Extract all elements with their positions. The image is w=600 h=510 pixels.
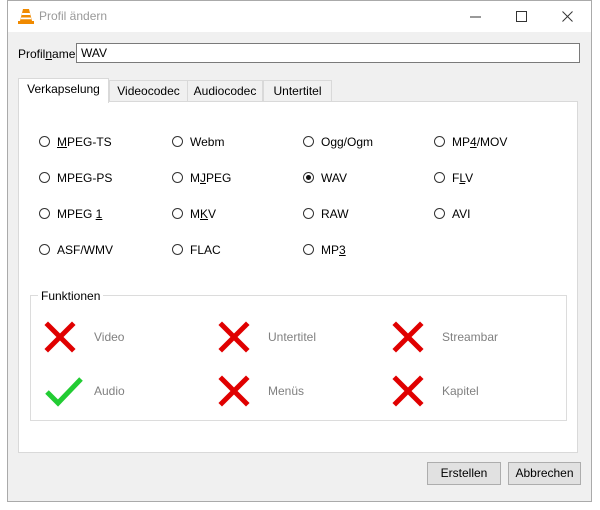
radio-circle — [303, 244, 314, 255]
feature-label-audio: Audio — [94, 384, 125, 398]
profile-dialog: Profil ändern Profilname VerkapselungVid… — [7, 0, 592, 502]
radio-circle — [434, 136, 445, 147]
radio-circle — [303, 208, 314, 219]
vlc-cone-icon — [18, 9, 34, 24]
radio-label: MJPEG — [190, 171, 232, 185]
radio-circle — [39, 136, 50, 147]
radio-label: AVI — [452, 207, 471, 221]
create-button[interactable]: Erstellen — [427, 462, 501, 485]
cross-icon — [392, 321, 424, 353]
radio-label: MP3 — [321, 243, 346, 257]
window-title: Profil ändern — [39, 9, 108, 23]
tab-videocodec[interactable]: Videocodec — [109, 80, 188, 101]
close-button[interactable] — [545, 1, 591, 32]
radio-label: ASF/WMV — [57, 243, 113, 257]
features-group — [30, 295, 567, 421]
maximize-icon — [516, 11, 527, 22]
tab-untertitel[interactable]: Untertitel — [263, 80, 332, 101]
radio-label: MP4/MOV — [452, 135, 508, 149]
title-bar: Profil ändern — [8, 1, 591, 32]
radio-label: MKV — [190, 207, 217, 221]
check-icon — [44, 375, 84, 407]
profile-name-input[interactable] — [76, 43, 580, 63]
radio-label: WAV — [321, 171, 347, 185]
radio-circle — [172, 172, 183, 183]
radio-label: Webm — [190, 135, 225, 149]
cross-icon — [392, 375, 424, 407]
maximize-button[interactable] — [499, 1, 545, 32]
cross-icon — [218, 321, 250, 353]
radio-label: Ogg/Ogm — [321, 135, 374, 149]
radio-label: MPEG-TS — [57, 135, 112, 149]
radio-label: RAW — [321, 207, 349, 221]
features-group-title: Funktionen — [38, 289, 104, 303]
feature-label-menüs: Menüs — [268, 384, 305, 398]
radio-circle — [434, 172, 445, 183]
radio-circle — [39, 208, 50, 219]
radio-label: FLV — [452, 171, 474, 185]
radio-circle — [172, 244, 183, 255]
feature-label-kapitel: Kapitel — [442, 384, 479, 398]
radio-circle — [172, 208, 183, 219]
radio-label: MPEG 1 — [57, 207, 103, 221]
feature-label-streambar: Streambar — [442, 330, 499, 344]
radio-label: MPEG-PS — [57, 171, 113, 185]
cancel-button[interactable]: Abbrechen — [508, 462, 581, 485]
radio-circle — [303, 136, 314, 147]
radio-circle — [303, 172, 314, 183]
radio-circle — [39, 244, 50, 255]
radio-circle — [39, 172, 50, 183]
cross-icon — [218, 375, 250, 407]
cross-icon — [44, 321, 76, 353]
tab-audiocodec[interactable]: Audiocodec — [187, 80, 263, 101]
feature-label-video: Video — [94, 330, 125, 344]
radio-label: FLAC — [190, 243, 221, 257]
profile-name-label: Profilname — [18, 47, 76, 61]
tab-verkapselung[interactable]: Verkapselung — [18, 78, 109, 103]
close-icon — [562, 11, 573, 22]
minimize-button[interactable] — [453, 1, 499, 32]
radio-circle — [172, 136, 183, 147]
feature-label-untertitel: Untertitel — [268, 330, 317, 344]
minimize-icon — [470, 16, 481, 18]
radio-circle — [434, 208, 445, 219]
